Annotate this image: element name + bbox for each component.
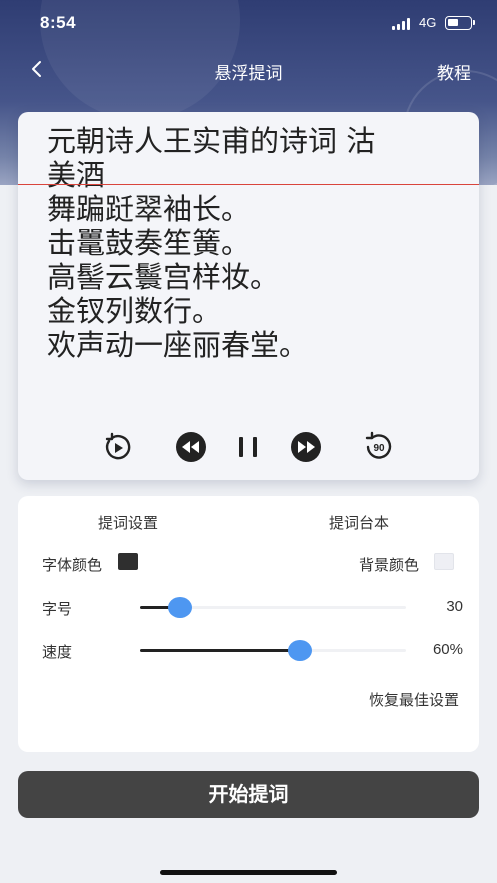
prompter-line: 元朝诗人王实甫的诗词 沽 (47, 124, 376, 158)
svg-text:90: 90 (373, 443, 385, 454)
tutorial-link[interactable]: 教程 (437, 59, 471, 84)
reading-guide-line (18, 184, 479, 185)
font-color-label: 字体颜色 (42, 556, 103, 574)
font-size-slider[interactable] (140, 596, 406, 620)
font-size-slider-thumb[interactable] (167, 597, 192, 618)
prompter-line: 高髻云鬟宫样妆。 (47, 260, 280, 294)
font-size-value: 30 (446, 598, 463, 615)
prompter-panel: 元朝诗人王实甫的诗词 沽 美酒 舞蹁跹翠袖长。 击鼍鼓奏笙簧。 高髻云鬟宫样妆。… (18, 112, 479, 480)
speed-label: 速度 (42, 643, 73, 661)
pause-icon (239, 437, 257, 457)
font-color-swatch[interactable] (118, 553, 138, 570)
back-90-button[interactable]: 90 (362, 430, 396, 464)
prompter-line: 舞蹁跹翠袖长。 (47, 192, 251, 226)
speed-slider[interactable] (140, 639, 406, 663)
status-time: 8:54 (40, 13, 77, 32)
speed-value: 60% (432, 641, 463, 658)
page-title: 悬浮提词 (214, 64, 283, 84)
signal-icon (392, 18, 412, 30)
reset-settings-link[interactable]: 恢复最佳设置 (369, 689, 459, 710)
nav-bar: 悬浮提词 教程 (0, 50, 497, 90)
prompter-line: 金钗列数行。 (47, 294, 222, 328)
playback-controls: 90 (18, 430, 479, 464)
bg-color-label: 背景颜色 (359, 556, 420, 574)
back-90-icon: 90 (365, 431, 392, 459)
speed-slider-thumb[interactable] (287, 640, 312, 661)
replay-button[interactable] (100, 430, 134, 464)
speed-slider-fill (140, 649, 300, 652)
rewind-icon (176, 432, 206, 462)
pause-button[interactable] (232, 430, 266, 464)
fast-forward-button[interactable] (289, 430, 323, 464)
status-bar: 8:54 4G (0, 0, 497, 48)
prompter-line: 美酒 (47, 158, 106, 192)
font-size-label: 字号 (42, 600, 73, 618)
tab-prompt-script[interactable]: 提词台本 (329, 512, 389, 533)
prompter-line: 击鼍鼓奏笙簧。 (47, 226, 251, 260)
replay-icon (105, 432, 131, 460)
start-prompt-button[interactable]: 开始提词 (18, 771, 479, 818)
network-label: 4G (419, 15, 437, 30)
prompter-line: 欢声动一座丽春堂。 (47, 328, 309, 362)
fast-forward-icon (291, 432, 321, 462)
bg-color-swatch[interactable] (434, 553, 454, 570)
battery-icon (445, 16, 475, 30)
home-indicator (160, 870, 337, 875)
rewind-button[interactable] (174, 430, 208, 464)
tab-prompt-settings[interactable]: 提词设置 (98, 512, 158, 533)
prompter-text: 元朝诗人王实甫的诗词 沽 美酒 舞蹁跹翠袖长。 击鼍鼓奏笙簧。 高髻云鬟宫样妆。… (47, 124, 457, 362)
settings-card: 提词设置 提词台本 字体颜色 背景颜色 字号 30 速度 60% 恢复最佳设置 (18, 496, 479, 752)
